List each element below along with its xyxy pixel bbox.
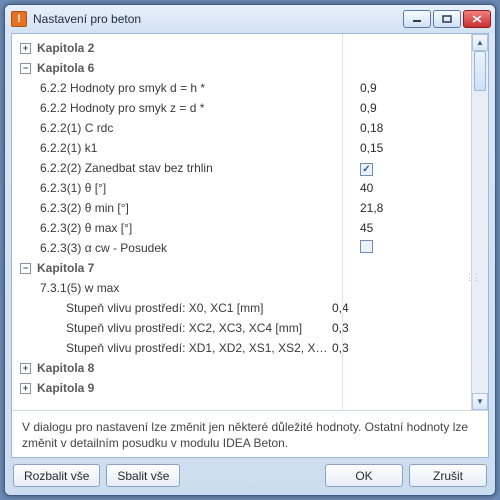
setting-label: 6.2.3(1) θ [°] — [40, 181, 360, 195]
setting-value[interactable]: 0,3 — [332, 321, 416, 335]
client-area: ⋮⋮ + Kapitola 2 − Kapitola 6 6.2.2 Hodno… — [11, 33, 489, 458]
expand-icon[interactable]: + — [20, 43, 31, 54]
window-title: Nastavení pro beton — [33, 12, 403, 26]
setting-value[interactable] — [360, 240, 444, 256]
setting-label: Stupeň vlivu prostředí: X0, XC1 [mm] — [66, 301, 332, 315]
splitter-grip[interactable]: ⋮⋮ — [465, 272, 471, 286]
close-button[interactable] — [463, 10, 491, 28]
setting-label: 6.2.2 Hodnoty pro smyk d = h * — [40, 81, 360, 95]
setting-value[interactable]: 21,8 — [360, 201, 444, 215]
expand-icon[interactable]: + — [20, 363, 31, 374]
close-icon — [472, 15, 482, 23]
expand-icon[interactable]: + — [20, 383, 31, 394]
chapter-label: Kapitola 2 — [37, 41, 357, 55]
chapter-label: Kapitola 8 — [37, 361, 357, 375]
setting-value[interactable]: 0,4 — [332, 301, 416, 315]
setting-value[interactable]: 0,15 — [360, 141, 444, 155]
collapse-icon[interactable]: − — [20, 63, 31, 74]
setting-value[interactable]: 0,3 — [332, 341, 416, 355]
scroll-up-button[interactable]: ▲ — [472, 34, 488, 51]
setting-label: 6.2.3(2) θ max [°] — [40, 221, 360, 235]
setting-value[interactable]: 40 — [360, 181, 444, 195]
setting-row[interactable]: 6.2.3(2) θ min [°] 21,8 — [12, 198, 471, 218]
maximize-icon — [442, 15, 452, 23]
ok-button[interactable]: OK — [325, 464, 403, 487]
setting-row[interactable]: 6.2.2 Hodnoty pro smyk d = h * 0,9 — [12, 78, 471, 98]
setting-row[interactable]: 6.2.2(2) Zanedbat stav bez trhlin ✓ — [12, 158, 471, 178]
scroll-thumb[interactable] — [474, 51, 486, 91]
chapter-6[interactable]: − Kapitola 6 — [12, 58, 471, 78]
setting-row[interactable]: 6.2.2(1) k1 0,15 — [12, 138, 471, 158]
vertical-scrollbar[interactable]: ▲ ▼ — [471, 34, 488, 410]
setting-label: 6.2.3(3) α cw - Posudek — [40, 241, 360, 255]
setting-row[interactable]: Stupeň vlivu prostředí: XD1, XD2, XS1, X… — [12, 338, 471, 358]
expand-all-button[interactable]: Rozbalit vše — [13, 464, 100, 487]
minimize-button[interactable] — [403, 10, 431, 28]
chapter-2[interactable]: + Kapitola 2 — [12, 38, 471, 58]
chapter-7[interactable]: − Kapitola 7 — [12, 258, 471, 278]
settings-tree: + Kapitola 2 − Kapitola 6 6.2.2 Hodnoty … — [12, 34, 471, 410]
setting-row[interactable]: Stupeň vlivu prostředí: XC2, XC3, XC4 [m… — [12, 318, 471, 338]
chapter-label: Kapitola 6 — [37, 61, 357, 75]
setting-row[interactable]: 6.2.2(1) C rdc 0,18 — [12, 118, 471, 138]
titlebar: ! Nastavení pro beton — [5, 5, 495, 33]
column-divider[interactable] — [342, 34, 343, 410]
setting-row[interactable]: 6.2.3(1) θ [°] 40 — [12, 178, 471, 198]
setting-value[interactable]: 0,9 — [360, 101, 444, 115]
maximize-button[interactable] — [433, 10, 461, 28]
scroll-track[interactable] — [472, 51, 488, 393]
collapse-all-button[interactable]: Sbalit vše — [106, 464, 180, 487]
checkbox-checked-icon[interactable]: ✓ — [360, 163, 373, 176]
scroll-down-button[interactable]: ▼ — [472, 393, 488, 410]
setting-row[interactable]: 6.2.3(3) α cw - Posudek — [12, 238, 471, 258]
setting-value[interactable]: 0,9 — [360, 81, 444, 95]
setting-row[interactable]: 6.2.3(2) θ max [°] 45 — [12, 218, 471, 238]
setting-value[interactable]: 0,18 — [360, 121, 444, 135]
button-bar: Rozbalit vše Sbalit vše OK Zrušit — [5, 458, 495, 495]
group-label: 7.3.1(5) w max — [40, 281, 360, 295]
chapter-9[interactable]: + Kapitola 9 — [12, 378, 471, 398]
setting-value[interactable]: ✓ — [360, 161, 444, 176]
setting-label: 6.2.3(2) θ min [°] — [40, 201, 360, 215]
app-icon: ! — [11, 11, 27, 27]
setting-value[interactable]: 45 — [360, 221, 444, 235]
chapter-8[interactable]: + Kapitola 8 — [12, 358, 471, 378]
cancel-button[interactable]: Zrušit — [409, 464, 487, 487]
collapse-icon[interactable]: − — [20, 263, 31, 274]
dialog-window: ! Nastavení pro beton ⋮⋮ + Kapitola 2 — [4, 4, 496, 496]
chapter-label: Kapitola 9 — [37, 381, 357, 395]
minimize-icon — [412, 15, 422, 23]
footer-help-text: V dialogu pro nastavení lze změnit jen n… — [12, 410, 488, 457]
setting-row[interactable]: 6.2.2 Hodnoty pro smyk z = d * 0,9 — [12, 98, 471, 118]
chapter-label: Kapitola 7 — [37, 261, 357, 275]
setting-label: Stupeň vlivu prostředí: XC2, XC3, XC4 [m… — [66, 321, 332, 335]
checkbox-unchecked-icon[interactable] — [360, 240, 373, 253]
setting-label: 6.2.2(2) Zanedbat stav bez trhlin — [40, 161, 360, 175]
setting-label: 6.2.2(1) C rdc — [40, 121, 360, 135]
setting-label: 6.2.2(1) k1 — [40, 141, 360, 155]
setting-label: 6.2.2 Hodnoty pro smyk z = d * — [40, 101, 360, 115]
setting-group[interactable]: 7.3.1(5) w max — [12, 278, 471, 298]
setting-label: Stupeň vlivu prostředí: XD1, XD2, XS1, X… — [66, 341, 332, 355]
setting-row[interactable]: Stupeň vlivu prostředí: X0, XC1 [mm] 0,4 — [12, 298, 471, 318]
